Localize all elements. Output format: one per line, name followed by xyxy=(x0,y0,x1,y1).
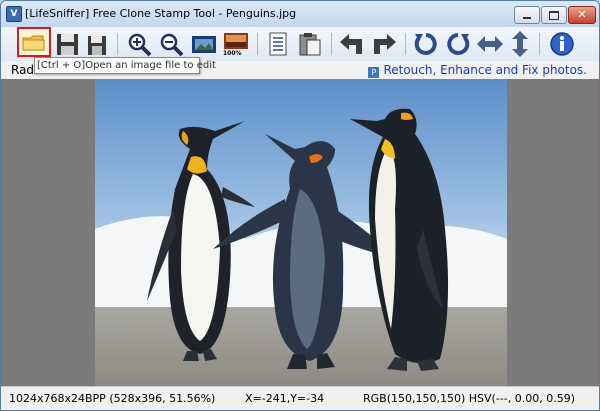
copy-button[interactable] xyxy=(263,30,293,58)
title-bar[interactable]: V [LifeSniffer] Free Clone Stamp Tool - … xyxy=(1,1,599,27)
radius-label: Rad xyxy=(11,63,35,77)
retouch-app-icon: P xyxy=(368,67,380,78)
toolbar: 100% xyxy=(1,27,599,61)
color-info: RGB(150,150,150) HSV(---, 0.00, 0.59) xyxy=(363,392,576,405)
zoom-out-icon xyxy=(160,33,184,57)
retouch-link[interactable]: P Retouch, Enhance and Fix photos. xyxy=(368,63,587,78)
flip-horizontal-icon xyxy=(477,36,503,52)
rotate-right-icon xyxy=(447,33,470,55)
info-button[interactable] xyxy=(547,30,577,58)
image-canvas[interactable] xyxy=(1,79,599,386)
save-button[interactable] xyxy=(53,30,83,58)
clipboard-icon xyxy=(299,33,321,56)
zoom-in-button[interactable] xyxy=(125,30,155,58)
flip-vertical-icon xyxy=(512,31,528,57)
rotate-left-button[interactable] xyxy=(411,30,441,58)
toolbar-separator xyxy=(331,33,332,55)
minimize-icon xyxy=(523,17,531,19)
redo-button[interactable] xyxy=(369,30,399,58)
open-file-button[interactable] xyxy=(17,27,51,57)
zoom-out-button[interactable] xyxy=(157,30,187,58)
maximize-icon xyxy=(549,11,559,20)
lifesniffer-app-icon[interactable]: V xyxy=(6,6,22,22)
zoom-in-icon xyxy=(128,33,152,57)
penguins-photo[interactable] xyxy=(95,79,507,386)
close-button[interactable]: ✕ xyxy=(568,6,596,24)
folder-icon xyxy=(22,35,45,51)
save-as-button[interactable] xyxy=(83,30,113,58)
fit-to-window-icon xyxy=(192,36,216,53)
rotate-right-button[interactable] xyxy=(443,30,473,58)
image-info: 1024x768x24BPP (528x396, 51.56%) xyxy=(9,392,216,405)
rotate-left-icon xyxy=(414,33,437,55)
open-file-tooltip: [Ctrl + O]Open an image file to edit xyxy=(34,57,216,74)
floppy-disk-small-icon xyxy=(88,36,106,55)
flip-vertical-button[interactable] xyxy=(505,30,535,58)
status-bar: 1024x768x24BPP (528x396, 51.56%) X=-241,… xyxy=(1,386,599,410)
toolbar-separator xyxy=(117,33,118,55)
toolbar-separator xyxy=(405,33,406,55)
penguins-image xyxy=(95,79,507,386)
retouch-link-text: Retouch, Enhance and Fix photos. xyxy=(383,63,587,77)
actual-size-button[interactable]: 100% xyxy=(221,30,251,58)
toolbar-separator xyxy=(257,33,258,55)
actual-size-label: 100% xyxy=(223,50,242,57)
close-icon: ✕ xyxy=(577,8,587,21)
cursor-position: X=-241,Y=-34 xyxy=(245,392,325,405)
fit-window-button[interactable] xyxy=(189,30,219,58)
floppy-disk-icon xyxy=(57,34,78,55)
maximize-button[interactable] xyxy=(541,6,567,24)
flip-horizontal-button[interactable] xyxy=(475,30,505,58)
window-title: [LifeSniffer] Free Clone Stamp Tool - Pe… xyxy=(25,7,297,20)
document-icon xyxy=(269,32,287,56)
undo-button[interactable] xyxy=(337,30,367,58)
minimize-button[interactable] xyxy=(514,6,540,24)
undo-arrow-icon xyxy=(340,34,362,54)
redo-arrow-icon xyxy=(374,34,396,54)
toolbar-separator xyxy=(539,33,540,55)
paste-button[interactable] xyxy=(295,30,325,58)
info-icon xyxy=(550,32,574,56)
